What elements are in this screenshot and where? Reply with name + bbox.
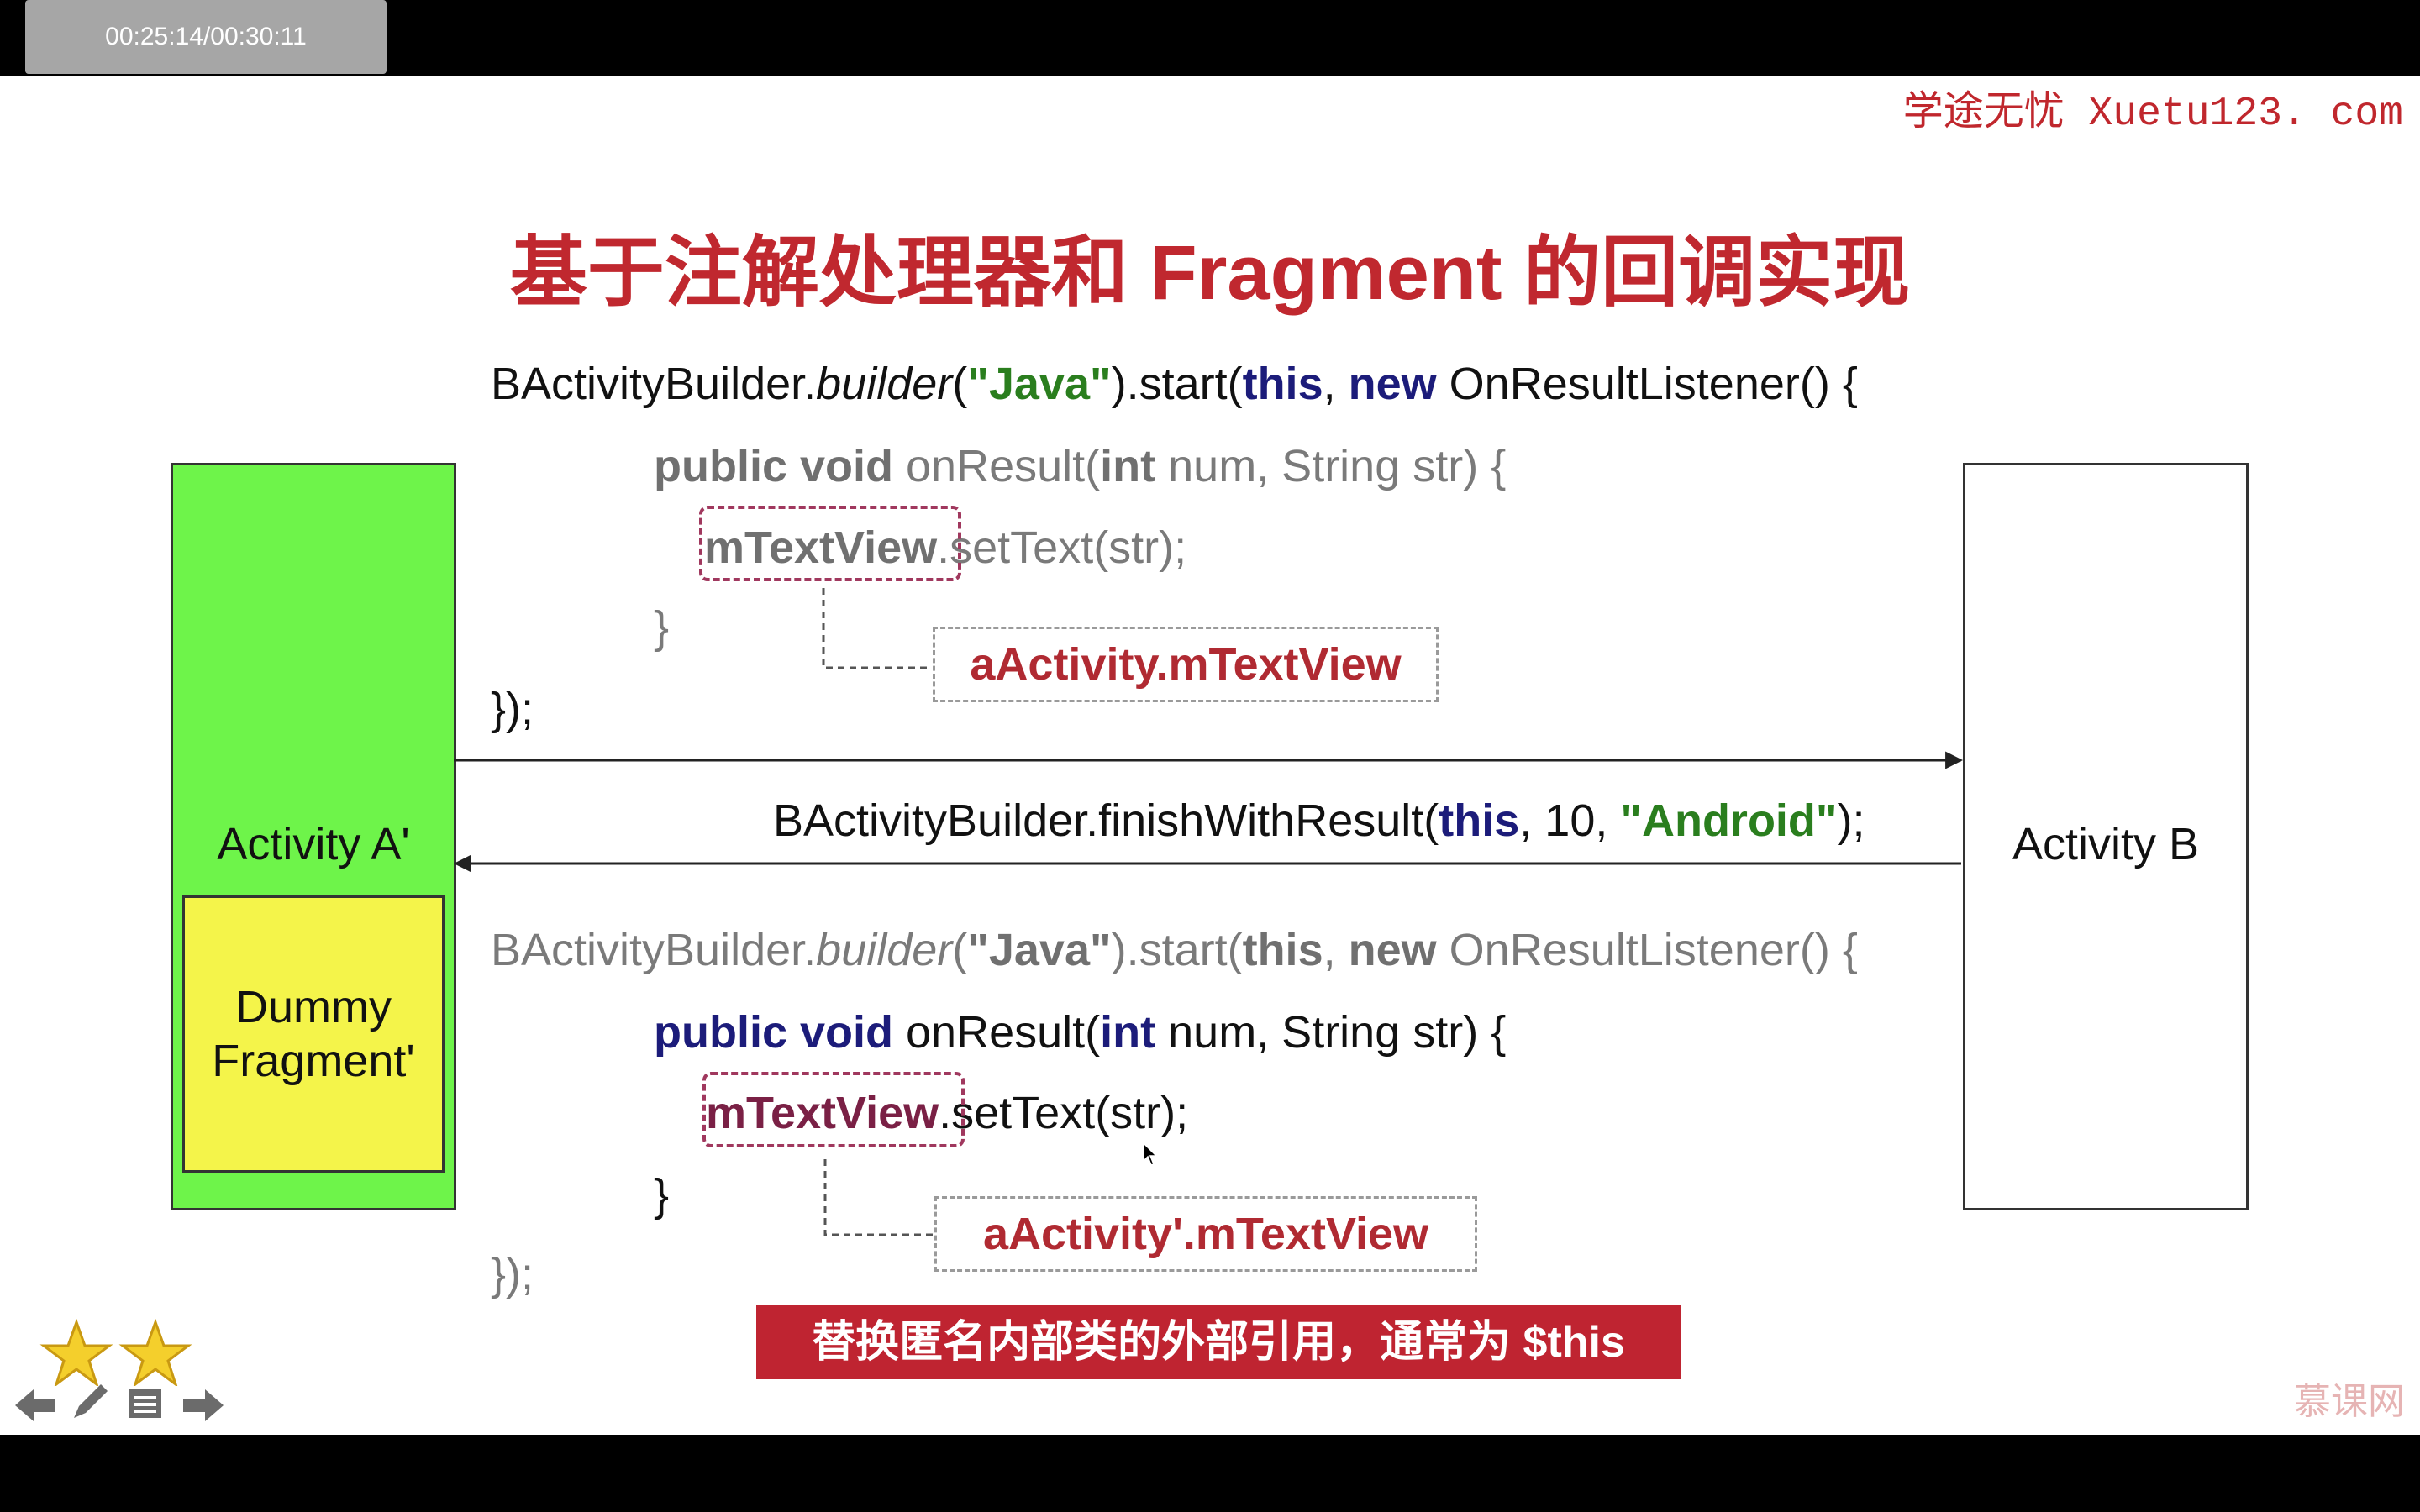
top-code-line-1: BActivityBuilder.builder("Java").start(t… [491,359,1858,409]
bottom-code-line-5: }); [491,1249,534,1299]
bottom-code-line-1: BActivityBuilder.builder("Java").start(t… [491,925,1858,975]
playback-time-overlay: 00:25:14/00:30:11 [25,0,387,74]
arrow-left-icon[interactable] [12,1386,59,1425]
top-annotation: aActivity.mTextView [933,627,1439,702]
top-code-line-2: public void onResult(int num, String str… [654,441,1507,491]
bottom-code-line-2: public void onResult(int num, String str… [654,1007,1507,1058]
slide: 学途无忧 Xuetu123. com 基于注解处理器和 Fragment 的回调… [0,76,2420,1435]
star-icon [39,1319,113,1386]
top-code-line-5: }); [491,684,534,734]
bottom-annotation-leader-main [823,1159,934,1236]
top-code-line-4: } [654,602,670,653]
mouse-cursor-icon [1143,1142,1158,1166]
top-mtextview-highlight [699,506,961,581]
star-icon [118,1319,192,1386]
arrow-right-icon[interactable] [180,1386,227,1425]
imooc-logo: 慕课网 [2294,1381,2405,1422]
pencil-icon[interactable] [67,1379,113,1425]
top-annotation-leader [822,588,931,669]
bottom-code-line-4: } [654,1170,670,1221]
finish-with-result-line: BActivityBuilder.finishWithResult(this, … [773,795,1865,846]
bottom-mtextview-highlight [702,1072,965,1147]
bottom-annotation: aActivity'.mTextView [934,1196,1477,1272]
explanation-banner: 替换匿名内部类的外部引用，通常为 $this [756,1305,1681,1379]
menu-icon[interactable] [126,1384,165,1423]
